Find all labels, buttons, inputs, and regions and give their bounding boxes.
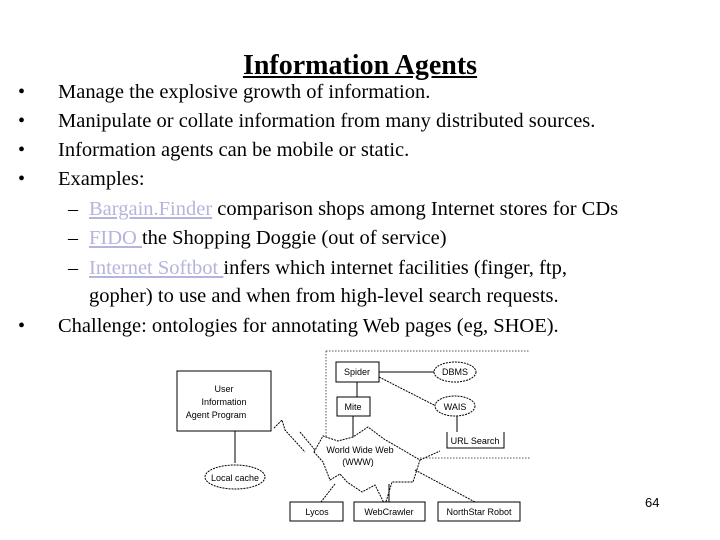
dbms-label: DBMS [442, 367, 468, 377]
northstar-label: NorthStar Robot [446, 507, 512, 517]
mite-label: Mite [344, 402, 361, 412]
www-label-2: (WWW) [342, 457, 373, 467]
user-agent-label-1: User [214, 384, 233, 394]
page-number: 64 [645, 495, 660, 510]
spider-label: Spider [344, 367, 370, 377]
lycos-label: Lycos [305, 507, 329, 517]
user-agent-label-2: Information [201, 397, 246, 407]
local-cache-label: Local cache [211, 473, 259, 483]
www-label-1: World Wide Web [326, 445, 393, 455]
wais-label: WAIS [444, 402, 467, 412]
information-agent-diagram: User Information Agent Program Local cac… [176, 350, 530, 522]
webcrawler-label: WebCrawler [364, 507, 413, 517]
user-agent-label-3: Agent Program [186, 410, 247, 420]
url-search-label: URL Search [451, 436, 500, 446]
